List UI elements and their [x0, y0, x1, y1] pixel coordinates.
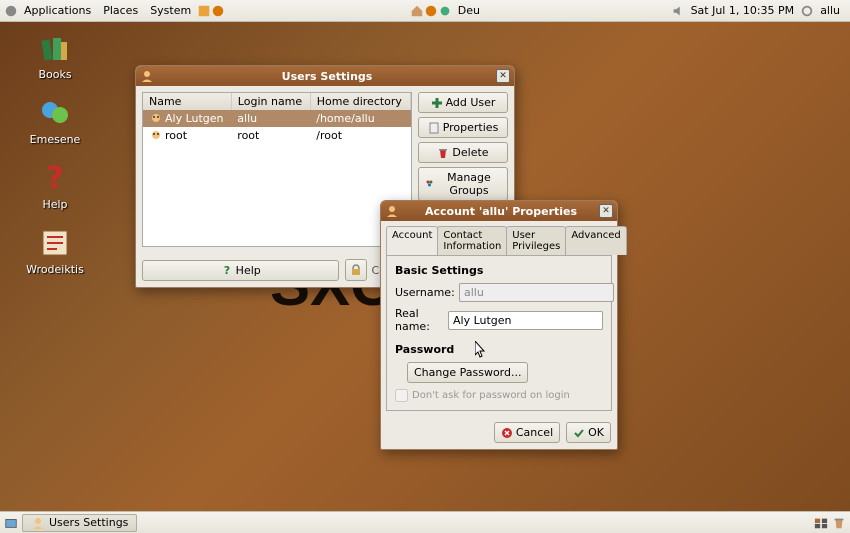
- window-icon: [385, 204, 399, 218]
- plus-icon: [431, 97, 443, 109]
- trash-icon: [437, 147, 449, 159]
- help-button[interactable]: ?Help: [142, 260, 339, 281]
- wrodeiktis-icon: [37, 225, 73, 261]
- col-name[interactable]: Name: [143, 93, 231, 110]
- user-face-icon: [149, 130, 163, 142]
- tray-update-icon[interactable]: [424, 4, 438, 18]
- table-row[interactable]: Aly Lutgen allu /home/allu: [143, 110, 411, 127]
- icon-label: Books: [38, 68, 71, 81]
- menu-system[interactable]: System: [144, 2, 197, 19]
- tab-contact[interactable]: Contact Information: [437, 226, 507, 255]
- books-icon: [37, 30, 73, 66]
- power-icon[interactable]: [800, 4, 814, 18]
- titlebar[interactable]: Users Settings ✕: [136, 66, 514, 86]
- col-login[interactable]: Login name: [231, 93, 310, 110]
- user-face-icon: [149, 113, 163, 125]
- manage-groups-button[interactable]: Manage Groups: [418, 167, 508, 201]
- properties-button[interactable]: Properties: [418, 117, 508, 138]
- svg-text:?: ?: [223, 264, 229, 276]
- clock[interactable]: Sat Jul 1, 10:35 PM: [685, 2, 801, 19]
- icon-label: Emesene: [30, 133, 81, 146]
- trash-icon[interactable]: [832, 516, 846, 530]
- menu-applications[interactable]: Applications: [18, 2, 97, 19]
- tray-icon-2[interactable]: [211, 4, 225, 18]
- tray-home-icon[interactable]: [410, 4, 424, 18]
- realname-input[interactable]: [448, 311, 603, 330]
- username-label: Username:: [395, 286, 453, 299]
- cancel-button[interactable]: Cancel: [494, 422, 560, 443]
- icon-label: Help: [42, 198, 67, 211]
- show-desktop-icon[interactable]: [4, 516, 18, 530]
- tab-account[interactable]: Account: [386, 226, 438, 255]
- desktop-icon-books[interactable]: Books: [20, 30, 90, 81]
- svg-text:?: ?: [46, 161, 63, 196]
- keyboard-indicator[interactable]: Deu: [452, 2, 486, 19]
- table-row[interactable]: root root /root: [143, 127, 411, 144]
- ok-icon: [573, 427, 585, 439]
- username-input: [459, 283, 614, 302]
- taskbar-app-icon: [31, 516, 45, 530]
- window-title: Account 'allu' Properties: [403, 205, 599, 218]
- add-user-button[interactable]: Add User: [418, 92, 508, 113]
- tray-weather-icon[interactable]: [438, 4, 452, 18]
- dont-ask-label: Don't ask for password on login: [412, 390, 570, 401]
- emesene-icon: [37, 95, 73, 131]
- window-title: Users Settings: [158, 70, 496, 83]
- realname-label: Real name:: [395, 307, 442, 333]
- properties-icon: [428, 122, 440, 134]
- users-table[interactable]: Name Login name Home directory Aly Lutge…: [142, 92, 412, 247]
- desktop-icon-emesene[interactable]: Emesene: [20, 95, 90, 146]
- window-icon: [140, 69, 154, 83]
- delete-button[interactable]: Delete: [418, 142, 508, 163]
- cancel-icon: [501, 427, 513, 439]
- desktop-icons: Books Emesene ? Help Wrodeiktis: [20, 30, 90, 276]
- account-properties-window: Account 'allu' Properties ✕ Account Cont…: [380, 200, 618, 450]
- tab-body: Basic Settings Username: Real name: Pass…: [386, 255, 612, 411]
- top-panel: Applications Places System Deu Sat Jul 1…: [0, 0, 850, 22]
- lock-icon: [349, 263, 363, 277]
- tabs: Account Contact Information User Privile…: [386, 226, 612, 255]
- titlebar[interactable]: Account 'allu' Properties ✕: [381, 201, 617, 221]
- volume-icon[interactable]: [671, 4, 685, 18]
- tray-icon-1[interactable]: [197, 4, 211, 18]
- mouse-cursor: [475, 341, 487, 359]
- user-menu[interactable]: allu: [814, 2, 846, 19]
- groups-icon: [425, 178, 434, 190]
- help-icon: ?: [37, 160, 73, 196]
- help-icon: ?: [221, 264, 233, 276]
- desktop-icon-help[interactable]: ? Help: [20, 160, 90, 211]
- tab-advanced[interactable]: Advanced: [565, 226, 626, 255]
- icon-label: Wrodeiktis: [26, 263, 84, 276]
- dont-ask-checkbox: [395, 389, 408, 402]
- basic-settings-heading: Basic Settings: [395, 264, 603, 277]
- lock-button[interactable]: [345, 259, 367, 281]
- close-button[interactable]: ✕: [599, 204, 613, 218]
- close-button[interactable]: ✕: [496, 69, 510, 83]
- bottom-panel: Users Settings: [0, 511, 850, 533]
- desktop-icon-wrodeiktis[interactable]: Wrodeiktis: [20, 225, 90, 276]
- tab-privileges[interactable]: User Privileges: [506, 226, 566, 255]
- taskbar-button-users-settings[interactable]: Users Settings: [22, 514, 137, 532]
- password-heading: Password: [395, 343, 603, 356]
- gnome-foot-icon: [4, 4, 18, 18]
- workspace-switcher-icon[interactable]: [814, 516, 828, 530]
- menu-places[interactable]: Places: [97, 2, 144, 19]
- col-home[interactable]: Home directory: [310, 93, 410, 110]
- ok-button[interactable]: OK: [566, 422, 611, 443]
- change-password-button[interactable]: Change Password...: [407, 362, 528, 383]
